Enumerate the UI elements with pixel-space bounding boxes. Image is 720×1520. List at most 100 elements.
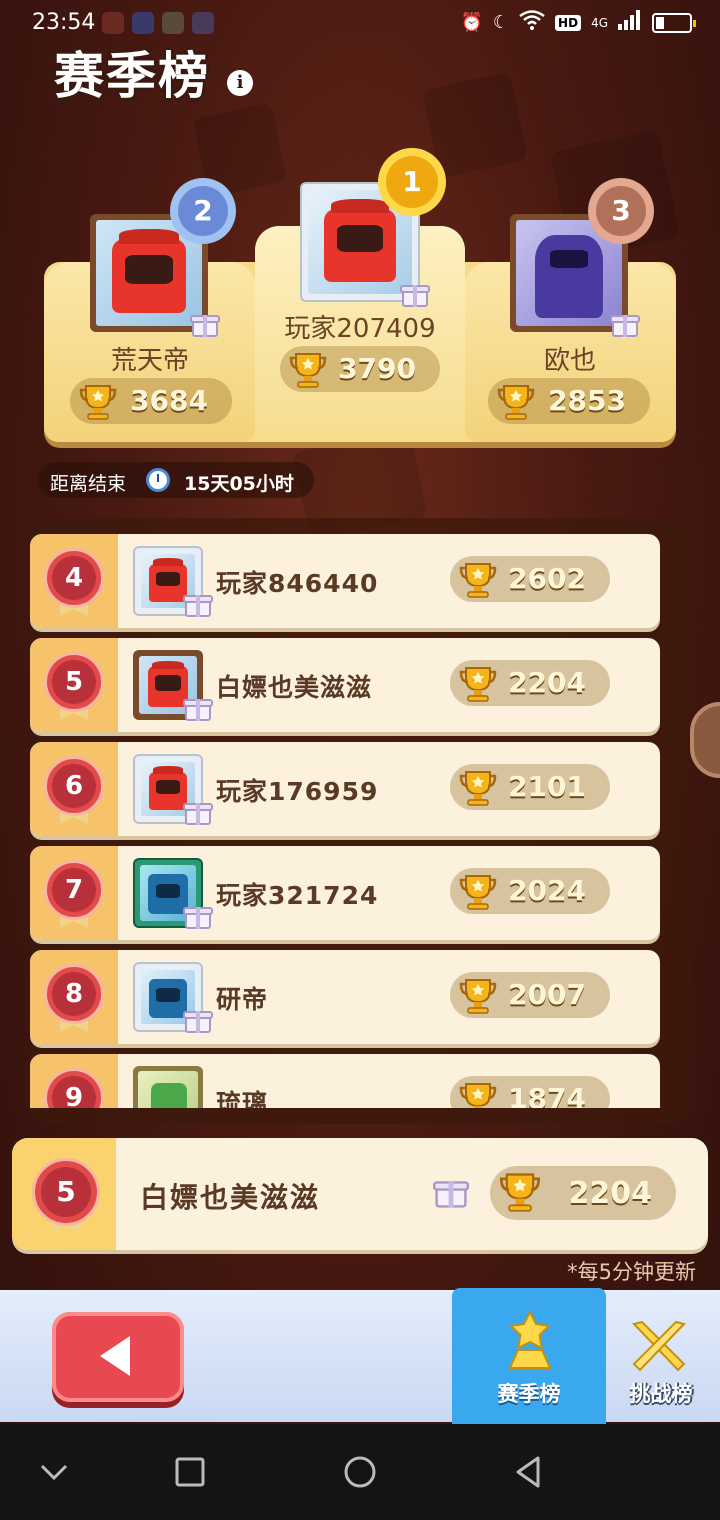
ranking-row[interactable]: 6 玩家176959 2101 — [30, 742, 660, 836]
player-name: 研帝 — [216, 985, 269, 1014]
ranking-row[interactable]: 4 玩家846440 2602 — [30, 534, 660, 628]
crossed-swords-icon — [632, 1320, 686, 1372]
player-name: 玩家846440 — [216, 569, 379, 598]
score-value: 1874 — [508, 1082, 586, 1108]
gift-icon[interactable] — [433, 1175, 469, 1209]
trophy-icon — [459, 979, 497, 1014]
rank-number: 7 — [52, 868, 96, 912]
player-avatar — [133, 1066, 203, 1108]
player-name: 玩家176959 — [216, 777, 379, 806]
gift-icon[interactable] — [610, 310, 640, 338]
score-value: 3684 — [130, 384, 208, 417]
ranking-row[interactable]: 7 玩家321724 2024 — [30, 846, 660, 940]
alarm-icon: ⏰ — [460, 12, 483, 33]
ranking-list[interactable]: 4 玩家846440 2602 5 白嫖也美滋滋 2204 6 玩家176959… — [30, 534, 660, 1108]
score-value: 2101 — [508, 770, 586, 803]
trophy-icon — [499, 1173, 541, 1212]
score-pill: 1874 — [450, 1076, 610, 1108]
trophy-icon — [459, 667, 497, 702]
ranking-row[interactable]: 5 白嫖也美滋滋 2204 — [30, 638, 660, 732]
score-pill: 2602 — [450, 556, 610, 602]
player-name: 白嫖也美滋滋 — [216, 673, 373, 702]
hd-badge: HD — [555, 14, 582, 31]
gift-icon[interactable] — [183, 798, 213, 826]
star-podium-icon — [508, 1310, 552, 1369]
back-button[interactable] — [52, 1312, 184, 1402]
red-robot-avatar-icon — [149, 766, 187, 810]
nav-collapse-icon[interactable] — [34, 1452, 74, 1492]
rank-number: 5 — [41, 1167, 91, 1217]
green-creature-avatar-icon — [151, 1083, 188, 1108]
rank-number: 4 — [52, 556, 96, 600]
rank-medal-icon: 6 — [42, 756, 106, 824]
my-rank-row[interactable]: 5 白嫖也美滋滋 2204 — [12, 1138, 708, 1250]
rank-medal-icon: 5 — [30, 1158, 102, 1234]
score-value: 2024 — [508, 874, 586, 907]
notification-app-icon — [192, 12, 214, 34]
rank-medal-icon: 5 — [42, 652, 106, 720]
gift-icon[interactable] — [190, 310, 220, 338]
score-value: 2007 — [508, 978, 586, 1011]
gift-icon[interactable] — [400, 280, 430, 308]
trophy-icon — [459, 1083, 497, 1108]
gift-icon[interactable] — [183, 590, 213, 618]
nav-recents-icon[interactable] — [170, 1452, 210, 1492]
trophy-icon — [497, 385, 535, 420]
gift-icon[interactable] — [183, 902, 213, 930]
system-nav-bar — [0, 1424, 720, 1520]
score-value: 2853 — [548, 384, 626, 417]
network-type: 4G — [591, 15, 608, 30]
score-pill: 2007 — [450, 972, 610, 1018]
rank-medal-icon: 9 — [42, 1068, 106, 1108]
countdown-time: 15天05小时 — [184, 473, 294, 495]
notification-app-icon — [162, 12, 184, 34]
back-arrow-icon — [100, 1336, 130, 1376]
score-pill: 2204 — [490, 1166, 676, 1220]
score-value: 3790 — [338, 352, 416, 385]
trophy-icon — [459, 771, 497, 806]
countdown-label: 距离结束 — [50, 473, 127, 495]
silver-medal-icon: 2 — [162, 176, 246, 252]
player-name: 琉璃 — [216, 1089, 269, 1108]
blue-robot-avatar-icon — [148, 978, 188, 1018]
info-icon[interactable]: i — [227, 70, 253, 96]
score-pill: 2204 — [450, 660, 610, 706]
tab-challenge-label: 挑战榜 — [629, 1382, 693, 1406]
rank-number: 6 — [52, 764, 96, 808]
score-pill: 3790 — [280, 346, 440, 392]
gold-medal-icon: 1 — [370, 146, 456, 224]
red-robot-avatar-icon — [149, 558, 187, 602]
score-pill: 2853 — [488, 378, 650, 424]
tab-challenge-rank[interactable]: 挑战榜 — [606, 1300, 716, 1420]
ranking-row[interactable]: 9 琉璃 1874 — [30, 1054, 660, 1108]
gift-icon[interactable] — [183, 694, 213, 722]
signal-icon — [618, 10, 642, 35]
gift-icon[interactable] — [183, 1006, 213, 1034]
tab-season-rank[interactable]: 赛季榜 — [452, 1288, 606, 1426]
status-time: 23:54 — [32, 10, 96, 35]
score-pill: 3684 — [70, 378, 232, 424]
nav-back-icon[interactable] — [508, 1452, 548, 1492]
podium-name: 欧也 — [543, 346, 596, 376]
moon-icon: ☾ — [492, 12, 510, 33]
trophy-icon — [79, 385, 117, 420]
rank-number: 8 — [52, 972, 96, 1016]
trophy-icon — [289, 353, 327, 388]
score-pill: 2101 — [450, 764, 610, 810]
clock-icon — [146, 468, 170, 492]
side-drawer-handle[interactable] — [690, 702, 720, 778]
trophy-icon — [459, 875, 497, 910]
podium-name: 玩家207409 — [284, 314, 436, 344]
page-title: 赛季榜 — [54, 47, 210, 105]
ranking-row[interactable]: 8 研帝 2007 — [30, 950, 660, 1044]
nav-home-icon[interactable] — [340, 1452, 380, 1492]
wifi-icon — [519, 10, 545, 35]
rank-medal-icon: 8 — [42, 964, 106, 1032]
rank-medal-icon: 4 — [42, 548, 106, 616]
rank-medal-icon: 7 — [42, 860, 106, 928]
score-pill: 2024 — [450, 868, 610, 914]
score-value: 2602 — [508, 562, 586, 595]
podium-name: 荒天帝 — [110, 346, 189, 376]
player-name: 玩家321724 — [216, 881, 379, 910]
notification-app-icon — [102, 12, 124, 34]
